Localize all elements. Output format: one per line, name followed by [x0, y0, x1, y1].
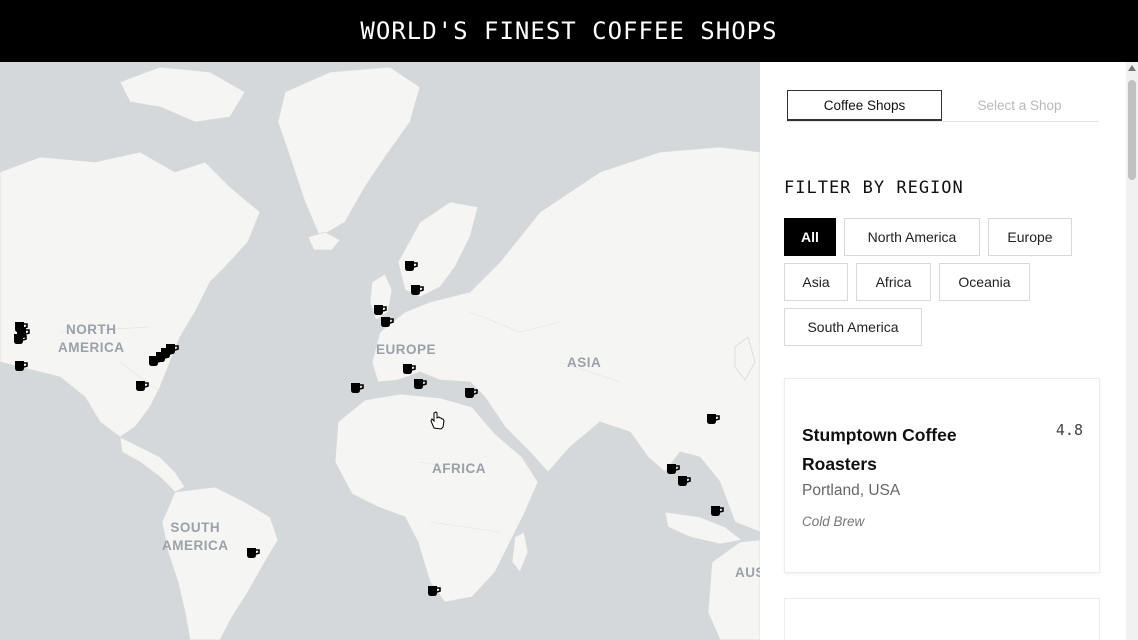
hand-cursor-icon: [428, 410, 446, 430]
iceland-landmass: [307, 231, 341, 251]
app-header: WORLD'S FINEST COFFEE SHOPS: [0, 0, 1138, 62]
coffee-cup-icon[interactable]: [706, 412, 720, 426]
filter-chip-south-america[interactable]: South America: [784, 308, 922, 346]
coffee-cup-icon[interactable]: [402, 362, 416, 376]
filter-chip-africa[interactable]: Africa: [856, 263, 931, 301]
shop-specialty: Cold Brew: [802, 514, 865, 529]
coffee-cup-icon[interactable]: [427, 584, 441, 598]
panel-tabs: Coffee Shops Select a Shop: [787, 90, 1099, 122]
coffee-cup-icon[interactable]: [464, 386, 478, 400]
tab-select-a-shop[interactable]: Select a Shop: [942, 90, 1097, 121]
region-label-north-america: NORTH AMERICA: [58, 322, 125, 355]
greenland-landmass: [277, 66, 421, 238]
region-label-africa: AFRICA: [432, 461, 486, 476]
south-america-landmass: [161, 486, 279, 640]
region-label-australia: AUS: [735, 565, 760, 580]
coffee-cup-icon[interactable]: [380, 315, 394, 329]
southeast-asia-islands: [664, 511, 743, 545]
coffee-cup-icon[interactable]: [404, 259, 418, 273]
coffee-cup-icon[interactable]: [410, 283, 424, 297]
filter-heading: FILTER BY REGION: [784, 178, 964, 198]
coffee-cup-icon[interactable]: [350, 381, 364, 395]
coffee-cup-icon[interactable]: [135, 379, 149, 393]
filter-chip-north-america[interactable]: North America: [844, 218, 980, 256]
shop-card[interactable]: Stumptown Coffee Roasters 4.8 Portland, …: [784, 378, 1100, 573]
coffee-cup-icon[interactable]: [14, 359, 28, 373]
world-map[interactable]: NORTH AMERICA SOUTH AMERICA EUROPE AFRIC…: [0, 62, 760, 640]
north-america-landmass: [0, 151, 261, 438]
shop-rating: 4.8: [1055, 421, 1083, 439]
coffee-cup-icon[interactable]: [13, 332, 27, 346]
filter-chip-europe[interactable]: Europe: [988, 218, 1072, 256]
madagascar-landmass: [511, 531, 529, 573]
filter-chip-oceania[interactable]: Oceania: [939, 263, 1030, 301]
region-label-south-america: SOUTH AMERICA: [162, 520, 229, 553]
shop-location: Portland, USA: [802, 482, 901, 499]
central-america-landmass: [119, 436, 186, 493]
region-label-asia: ASIA: [567, 355, 602, 370]
coffee-cup-icon[interactable]: [165, 342, 179, 356]
scroll-up-arrow-icon[interactable]: [1128, 65, 1136, 71]
region-label-europe: EUROPE: [376, 342, 437, 357]
side-panel: Coffee Shops Select a Shop FILTER BY REG…: [760, 62, 1138, 640]
shop-card[interactable]: [784, 598, 1100, 640]
panel-scrollbar[interactable]: [1126, 62, 1138, 640]
filter-chip-all[interactable]: All: [784, 218, 836, 256]
coffee-cup-icon[interactable]: [413, 377, 427, 391]
tab-coffee-shops[interactable]: Coffee Shops: [787, 90, 942, 121]
arctic-islands: [119, 66, 246, 123]
coffee-cup-icon[interactable]: [710, 504, 724, 518]
australia-landmass: [707, 539, 760, 640]
coffee-cup-icon[interactable]: [246, 546, 260, 560]
filter-chip-asia[interactable]: Asia: [784, 263, 848, 301]
scrollbar-thumb[interactable]: [1128, 80, 1136, 180]
page-title: WORLD'S FINEST COFFEE SHOPS: [360, 17, 778, 45]
shop-name: Stumptown Coffee Roasters: [802, 425, 957, 474]
coffee-cup-icon[interactable]: [677, 474, 691, 488]
